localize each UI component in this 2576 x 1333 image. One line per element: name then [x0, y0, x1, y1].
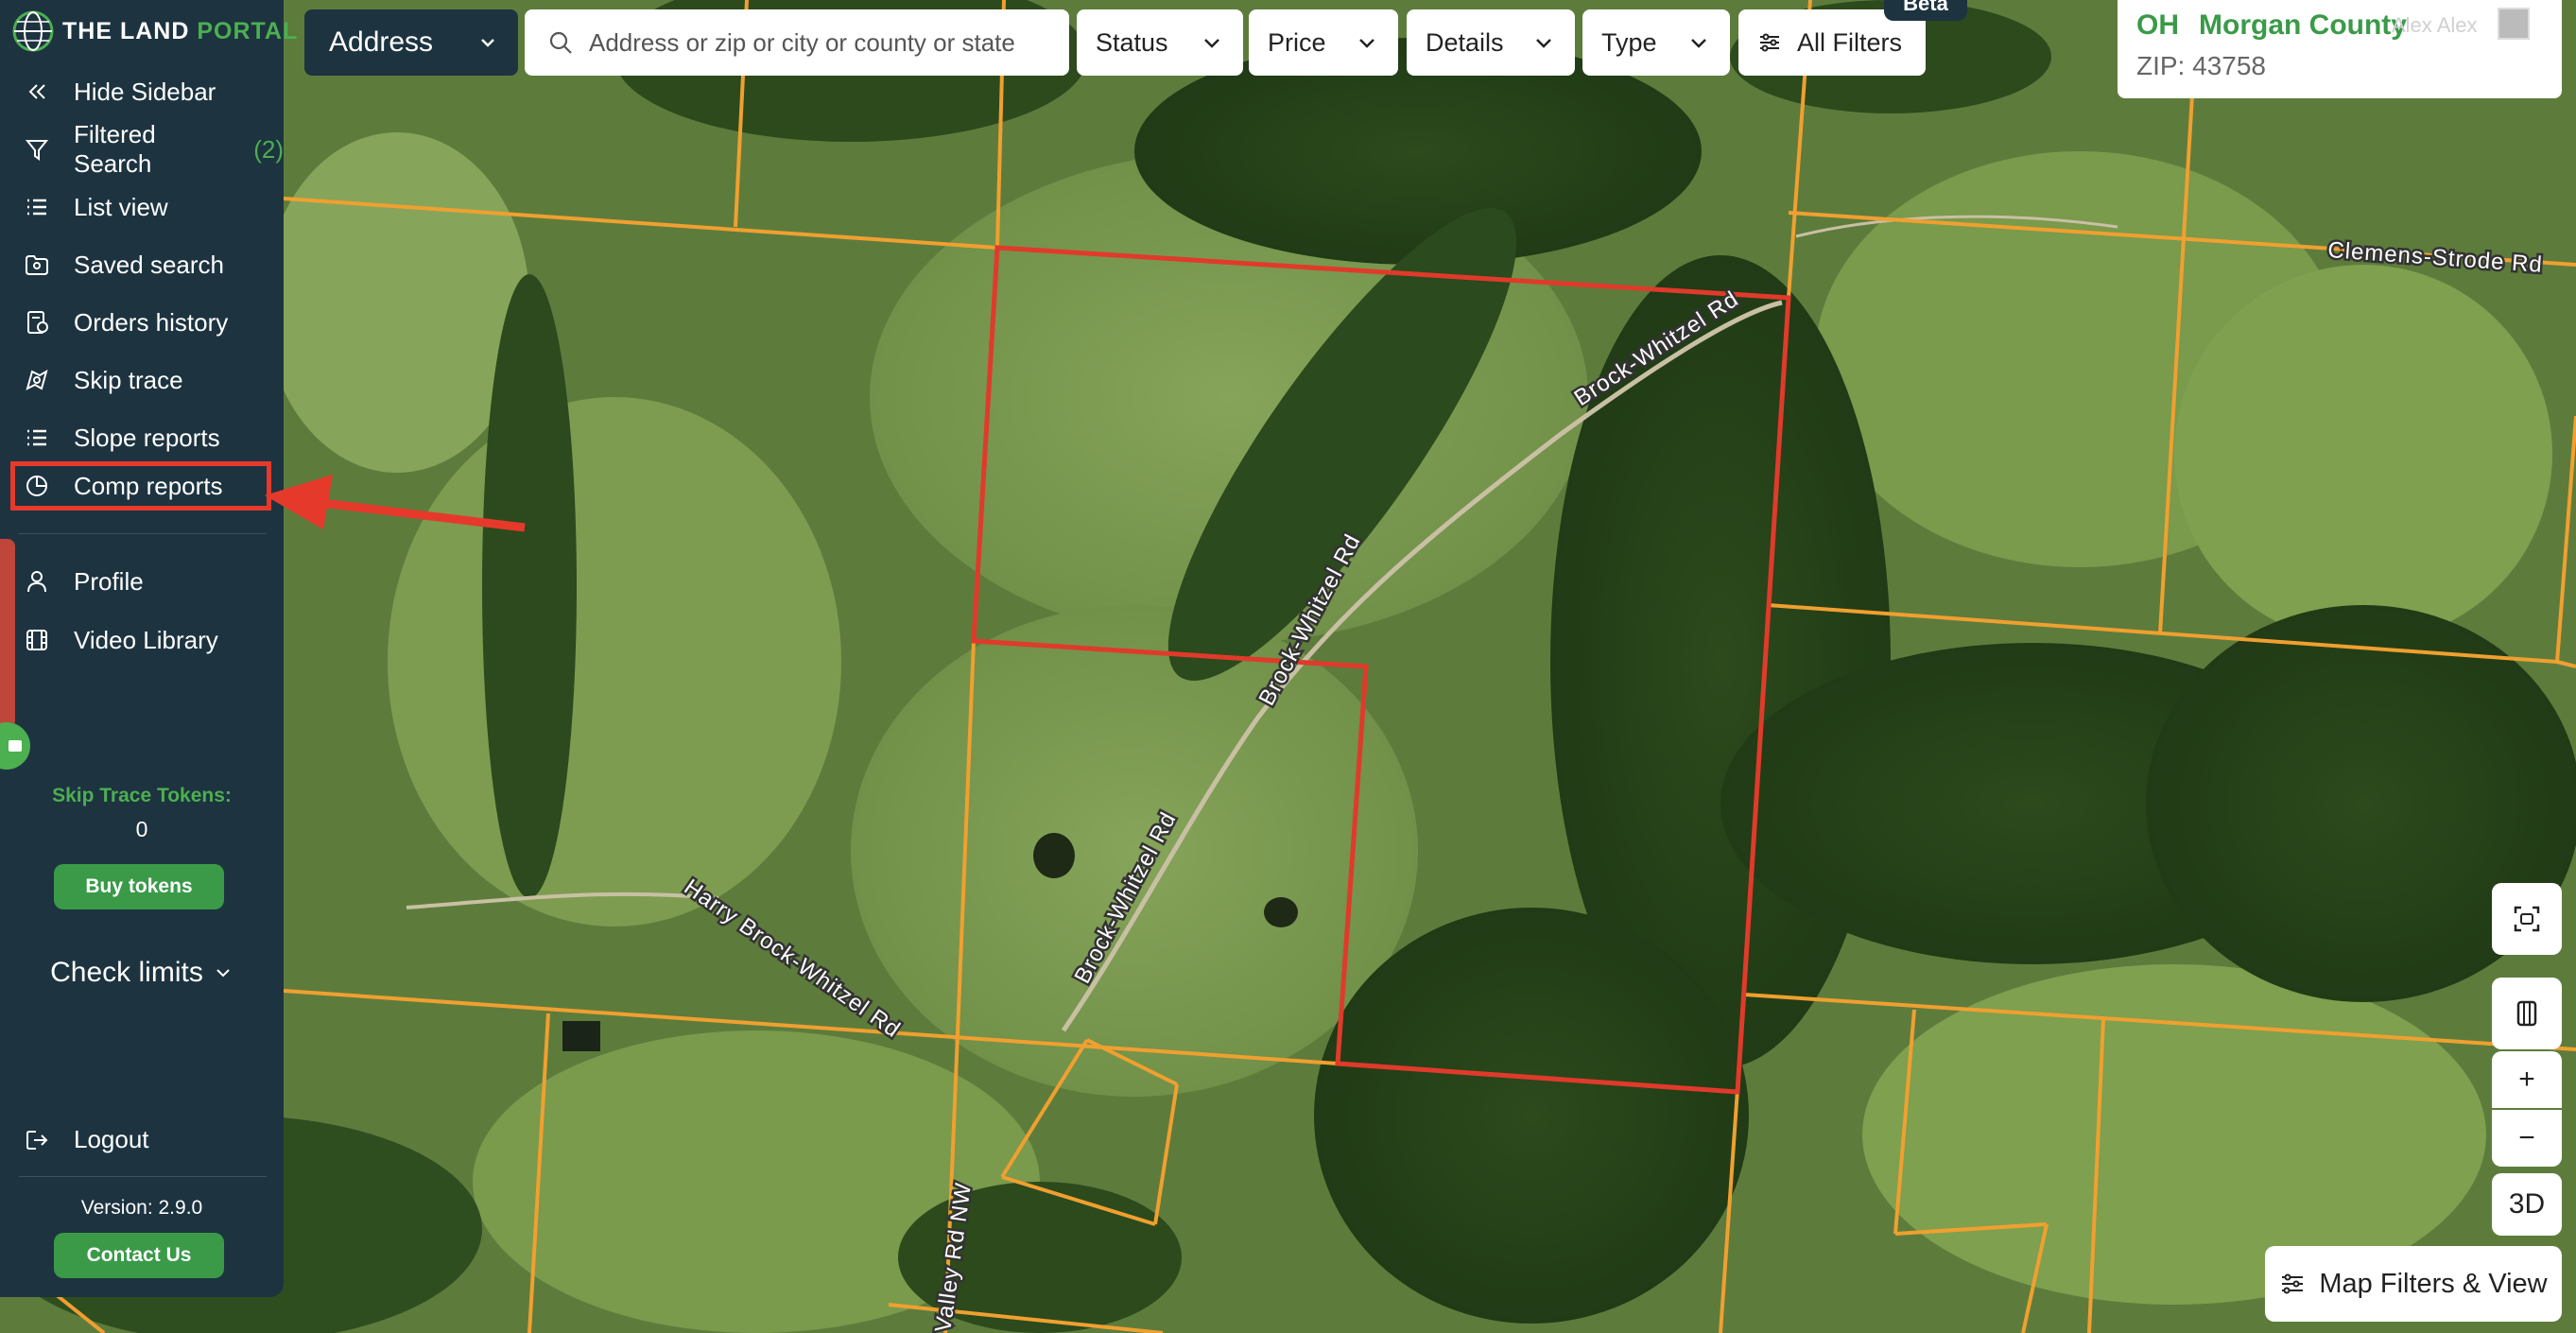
logout-label: Logout [74, 1125, 149, 1153]
zoom-in-button[interactable]: + [2492, 1051, 2562, 1108]
map-filters-label: Map Filters & View [2319, 1268, 2548, 1299]
contact-us-button[interactable]: Contact Us [54, 1233, 224, 1278]
filter-label: Details [1426, 27, 1504, 57]
sidebar: THE LAND PORTAL Hide Sidebar Filtered Se… [0, 0, 297, 1297]
filter-label: Price [1268, 27, 1326, 57]
buy-tokens-button[interactable]: Buy tokens [54, 864, 224, 909]
sidebar-item-label: Profile [74, 566, 144, 596]
orders-icon [27, 311, 48, 334]
book-map-icon [2516, 1000, 2537, 1027]
sidebar-item-list-view[interactable]: List view [0, 180, 284, 234]
zoom-out-button[interactable]: − [2492, 1110, 2562, 1167]
globe-logo-icon [12, 10, 54, 52]
three-d-toggle-button[interactable]: 3D [2492, 1173, 2562, 1236]
map-layers-button[interactable] [2492, 978, 2562, 1049]
sidebar-item-slope-reports[interactable]: Slope reports [0, 410, 284, 465]
logout-button[interactable]: Logout [23, 1125, 149, 1154]
beta-badge: Beta [1884, 0, 1967, 21]
user-icon [27, 571, 46, 593]
location-info-card: OH Morgan County Alex Alex ZIP: 43758 [2118, 0, 2562, 98]
skip-trace-tokens-label: Skip Trace Tokens: [52, 785, 232, 806]
sidebar-item-filtered-search[interactable]: Filtered Search (2) [0, 120, 284, 178]
version-label: Version: 2.9.0 [80, 1197, 203, 1219]
sidebar-item-label: Orders history [74, 307, 229, 337]
check-limits-toggle[interactable]: Check limits [0, 957, 284, 989]
sidebar-item-label: Video Library [74, 625, 218, 654]
location-zip: ZIP: 43758 [2136, 51, 2266, 80]
filter-label: Type [1601, 27, 1657, 57]
avatar[interactable] [2498, 8, 2530, 40]
chevron-down-icon [1691, 39, 1706, 48]
slope-icon [27, 429, 46, 446]
sidebar-item-video-library[interactable]: Video Library [0, 613, 284, 667]
price-filter-dropdown[interactable]: Price [1249, 9, 1398, 76]
sidebar-item-orders-history[interactable]: Orders history [0, 295, 284, 350]
details-filter-dropdown[interactable]: Details [1407, 9, 1575, 76]
fit-bounds-button[interactable] [2492, 883, 2562, 955]
map-filters-view-button[interactable]: Map Filters & View [2265, 1246, 2562, 1322]
sidebar-item-skip-trace[interactable]: Skip trace [0, 353, 284, 407]
filter-label: Status [1096, 27, 1168, 57]
chevron-down-icon [481, 39, 494, 47]
skip-trace-icon [26, 369, 48, 390]
pie-chart-icon [26, 476, 47, 496]
chevron-down-icon [1359, 39, 1374, 48]
chat-widget-button[interactable] [0, 722, 30, 770]
chat-icon [9, 740, 22, 752]
search-bar[interactable] [525, 9, 1069, 76]
sidebar-item-label: Hide Sidebar [74, 77, 216, 106]
saved-search-icon [26, 255, 48, 275]
film-icon [26, 630, 47, 650]
chevrons-left-icon [28, 84, 45, 99]
map-canvas[interactable]: Brock-Whitzel Rd Brock-Whitzel Rd Brock-… [0, 0, 2576, 1333]
feedback-side-tab[interactable] [0, 539, 15, 728]
skip-trace-tokens-value: 0 [135, 817, 148, 841]
sidebar-item-label: Saved search [74, 250, 224, 279]
sidebar-item-profile[interactable]: Profile [0, 554, 284, 609]
chevron-down-icon [1204, 39, 1219, 48]
search-input[interactable] [589, 27, 1062, 58]
nav-divider [19, 1176, 267, 1177]
chevron-down-icon [216, 969, 230, 978]
sidebar-item-label: Slope reports [74, 423, 220, 452]
sliders-icon [1760, 33, 1779, 52]
annotation-arrow [265, 475, 526, 532]
sliders-icon [2282, 1273, 2304, 1294]
all-filters-label: All Filters [1797, 27, 1903, 57]
check-limits-label: Check limits [50, 957, 203, 988]
satellite-map[interactable]: Brock-Whitzel Rd Brock-Whitzel Rd Brock-… [0, 0, 2576, 1333]
sidebar-item-hide-sidebar[interactable]: Hide Sidebar [0, 64, 284, 119]
location-state: OH [2136, 9, 2179, 41]
scan-focus-icon [2514, 906, 2540, 932]
filter-count-badge: (2) [253, 134, 284, 164]
sidebar-item-label: Filtered Search [74, 120, 156, 178]
filter-icon [25, 140, 49, 161]
sidebar-item-saved-search[interactable]: Saved search [0, 237, 284, 292]
location-county: Morgan County [2199, 9, 2407, 41]
search-type-select[interactable]: Address [304, 9, 518, 76]
list-icon [27, 199, 46, 216]
sidebar-item-label: List view [74, 192, 168, 221]
logout-icon [26, 1130, 48, 1150]
type-filter-dropdown[interactable]: Type [1582, 9, 1730, 76]
chevron-down-icon [1536, 39, 1551, 48]
nav-divider [19, 533, 267, 534]
app-logo-text: THE LAND PORTAL [62, 17, 299, 44]
search-icon [549, 31, 572, 54]
sidebar-item-comp-reports[interactable]: Comp reports [8, 459, 274, 513]
user-name[interactable]: Alex Alex [2392, 13, 2478, 38]
sidebar-item-label: Comp reports [74, 471, 223, 500]
sidebar-item-label: Skip trace [74, 365, 183, 394]
status-filter-dropdown[interactable]: Status [1077, 9, 1243, 76]
app-logo[interactable]: THE LAND PORTAL [11, 9, 298, 53]
search-type-value: Address [329, 26, 434, 58]
